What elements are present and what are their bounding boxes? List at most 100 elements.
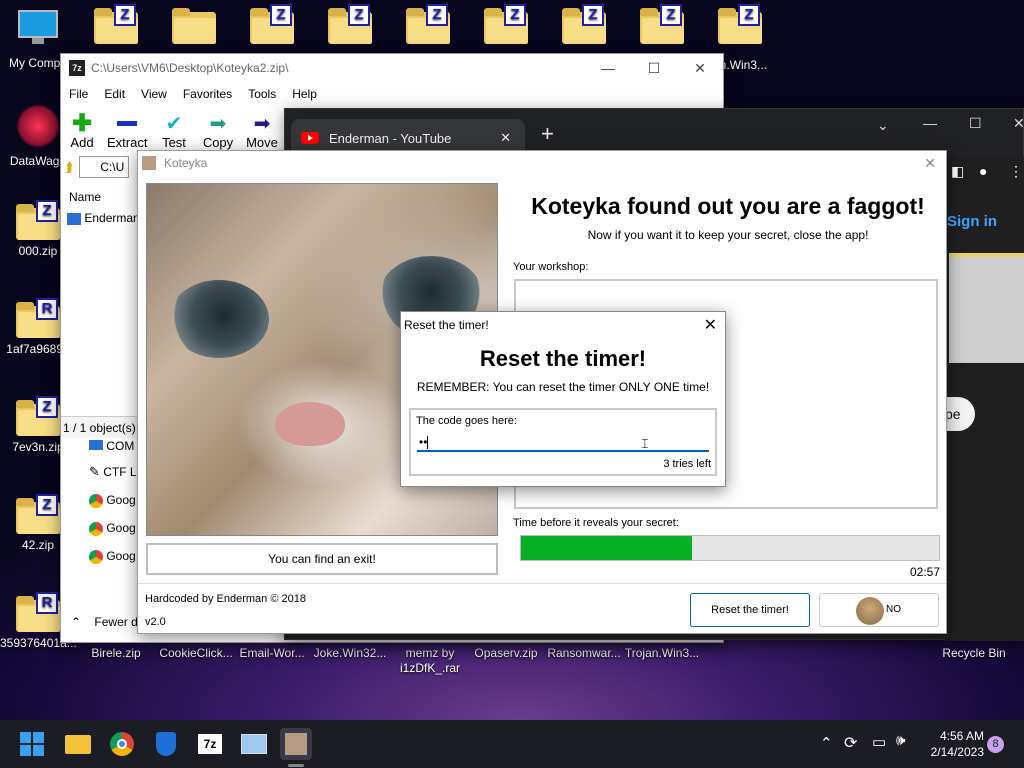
menu-tools[interactable]: Tools — [240, 87, 284, 101]
tab-list-icon[interactable]: ⌄ — [877, 117, 889, 134]
side-item[interactable]: Goog — [89, 546, 136, 566]
desktop-icon-label: My Compu — [8, 56, 67, 70]
extract-button[interactable]: Extract — [107, 113, 147, 150]
tab-close-icon[interactable]: ✕ — [500, 130, 511, 146]
chevron-up-icon[interactable]: ⌃ — [820, 734, 833, 752]
text-caret — [427, 436, 429, 450]
7zip-taskbar-icon[interactable]: 7z — [194, 728, 226, 760]
koteyka-titlebar[interactable]: Koteyka ✕ — [138, 151, 946, 175]
profile-icon[interactable]: ● — [979, 163, 987, 179]
close-icon[interactable]: ✕ — [677, 60, 723, 77]
desktop-icon-label: 7ev3n.zip — [12, 440, 64, 454]
desktop-icon-zip[interactable]: Z — [624, 4, 700, 48]
desktop-icon-joke-win32[interactable]: Joke.Win32... — [312, 646, 388, 660]
reset-dialog[interactable]: Reset the timer! ✕ Reset the timer! REME… — [400, 311, 726, 487]
desktop-icon-trojan-win3[interactable]: Trojan.Win3... — [624, 646, 700, 660]
new-tab-button[interactable]: + — [541, 121, 554, 147]
display-icon[interactable]: ▭ — [872, 733, 886, 751]
side-item[interactable]: Goog — [89, 490, 136, 510]
sync-icon[interactable]: ⟳ — [844, 733, 857, 753]
add-button[interactable]: ✚ Add — [67, 110, 97, 151]
desktop-icon-ransomwar[interactable]: Ransomwar... — [546, 646, 622, 660]
sidebar-icon[interactable]: ◧ — [951, 163, 964, 180]
browser-maximize-icon[interactable]: ☐ — [969, 115, 982, 132]
file-explorer-icon[interactable] — [62, 728, 94, 760]
move-button[interactable]: ➡ Move — [245, 113, 279, 150]
exit-button[interactable]: You can find an exit! — [146, 543, 498, 575]
plus-icon: ✚ — [71, 110, 93, 137]
test-button[interactable]: ✔ Test — [157, 113, 191, 150]
defender-shield-icon[interactable] — [150, 728, 182, 760]
zip-folder-icon: Z — [94, 4, 138, 44]
koteyka-subline: Now if you want it to keep your secret, … — [587, 228, 869, 242]
minimize-icon[interactable]: — — [585, 60, 631, 77]
start-windows-icon[interactable] — [16, 728, 48, 760]
side-item[interactable]: ✎ CTF L — [89, 462, 137, 482]
sign-in-link[interactable]: Sign in — [947, 213, 997, 230]
desktop-icon-zip[interactable]: Z — [390, 4, 466, 48]
desktop-icon-email-wor[interactable]: Email-Wor... — [234, 646, 310, 660]
desktop-icon-folder[interactable] — [156, 8, 232, 48]
column-name: Name — [69, 190, 102, 204]
zip-folder-icon: Z — [250, 4, 294, 44]
desktop-icon-opaserv-zip[interactable]: Opaserv.zip — [468, 646, 544, 660]
cat-app-icon — [142, 156, 156, 170]
copy-button[interactable]: ➡ Copy — [201, 113, 235, 150]
desktop-icon-zip[interactable]: Z — [546, 4, 622, 48]
menu-file[interactable]: File — [67, 87, 96, 101]
no-button[interactable]: NO — [819, 593, 939, 627]
reset-dialog-titlebar[interactable]: Reset the timer! ✕ — [401, 312, 725, 338]
notification-badge[interactable]: 8 — [987, 736, 1004, 753]
code-input[interactable]: •• ⌶ — [417, 432, 709, 452]
computer-icon — [89, 440, 103, 450]
desktop-icon-zip[interactable]: Z — [78, 4, 154, 48]
koteyka-window-title: Koteyka — [164, 156, 208, 170]
fewer-details[interactable]: ⌃ Fewer de — [71, 612, 144, 632]
no-label: NO — [886, 604, 901, 615]
exit-button-label: You can find an exit! — [268, 552, 376, 566]
minus-icon — [117, 121, 137, 126]
reset-timer-label: Reset the timer! — [711, 604, 789, 616]
code-panel: The code goes here: •• ⌶ 3 tries left — [409, 408, 717, 476]
clock-time: 4:56 AM — [939, 729, 984, 743]
browser-minimize-icon[interactable]: — — [923, 115, 937, 131]
zip-titlebar[interactable]: 7z C:\Users\VM6\Desktop\Koteyka2.zip\ — … — [61, 54, 723, 82]
side-item[interactable]: Goog — [89, 518, 136, 538]
up-folder-icon[interactable]: ⮭ — [65, 159, 73, 176]
side-item-label: Goog — [106, 549, 136, 563]
reset-dialog-close-icon[interactable]: ✕ — [704, 315, 717, 335]
browser-close-icon[interactable]: ✕ — [1013, 115, 1024, 132]
address-input[interactable]: C:\U — [79, 156, 130, 178]
test-label: Test — [162, 135, 186, 150]
menu-edit[interactable]: Edit — [96, 87, 133, 101]
zip-status-bar: 1 / 1 object(s) — [61, 416, 141, 438]
desktop-icon-zip[interactable]: Z — [312, 4, 388, 48]
desktop-icon-cookieclick[interactable]: CookieClick... — [156, 646, 236, 660]
desktop-icon-zip[interactable]: Z — [234, 4, 310, 48]
side-item-label: Goog — [106, 521, 136, 535]
code-label: The code goes here: — [416, 415, 517, 427]
photo-viewer-icon[interactable] — [238, 728, 270, 760]
menu-favorites[interactable]: Favorites — [175, 87, 240, 101]
koteyka-taskbar-icon[interactable] — [280, 728, 312, 760]
koteyka-close-icon[interactable]: ✕ — [924, 155, 936, 172]
menu-dots-icon[interactable]: ⋮ — [1009, 163, 1023, 180]
menu-view[interactable]: View — [133, 87, 175, 101]
volume-icon[interactable]: 🕪 — [896, 732, 905, 749]
reset-timer-button[interactable]: Reset the timer! — [690, 593, 810, 627]
side-item[interactable]: COM — [89, 436, 134, 456]
maximize-icon[interactable]: ☐ — [631, 60, 677, 77]
desktop-icon-memz[interactable]: memz by i1zDfK_.rar — [392, 646, 468, 676]
youtube-icon — [301, 132, 319, 144]
clock[interactable]: 4:56 AM 2/14/2023 — [924, 728, 984, 760]
koteyka-footer: Hardcoded by Enderman © 2018 v2.0 Reset … — [138, 583, 946, 633]
desktop-icon-label: Trojan.Win3... — [624, 646, 700, 660]
desktop-icon-zip[interactable]: Z — [702, 4, 778, 48]
copy-label: Copy — [202, 135, 234, 150]
side-pill-button[interactable]: pe — [945, 397, 975, 431]
desktop-icon-zip[interactable]: Z — [468, 4, 544, 48]
chrome-icon[interactable] — [106, 728, 138, 760]
menu-help[interactable]: Help — [284, 87, 325, 101]
desktop-icon-label: Email-Wor... — [239, 646, 305, 660]
desktop-icon-birele-zip[interactable]: Birele.zip — [78, 646, 154, 660]
